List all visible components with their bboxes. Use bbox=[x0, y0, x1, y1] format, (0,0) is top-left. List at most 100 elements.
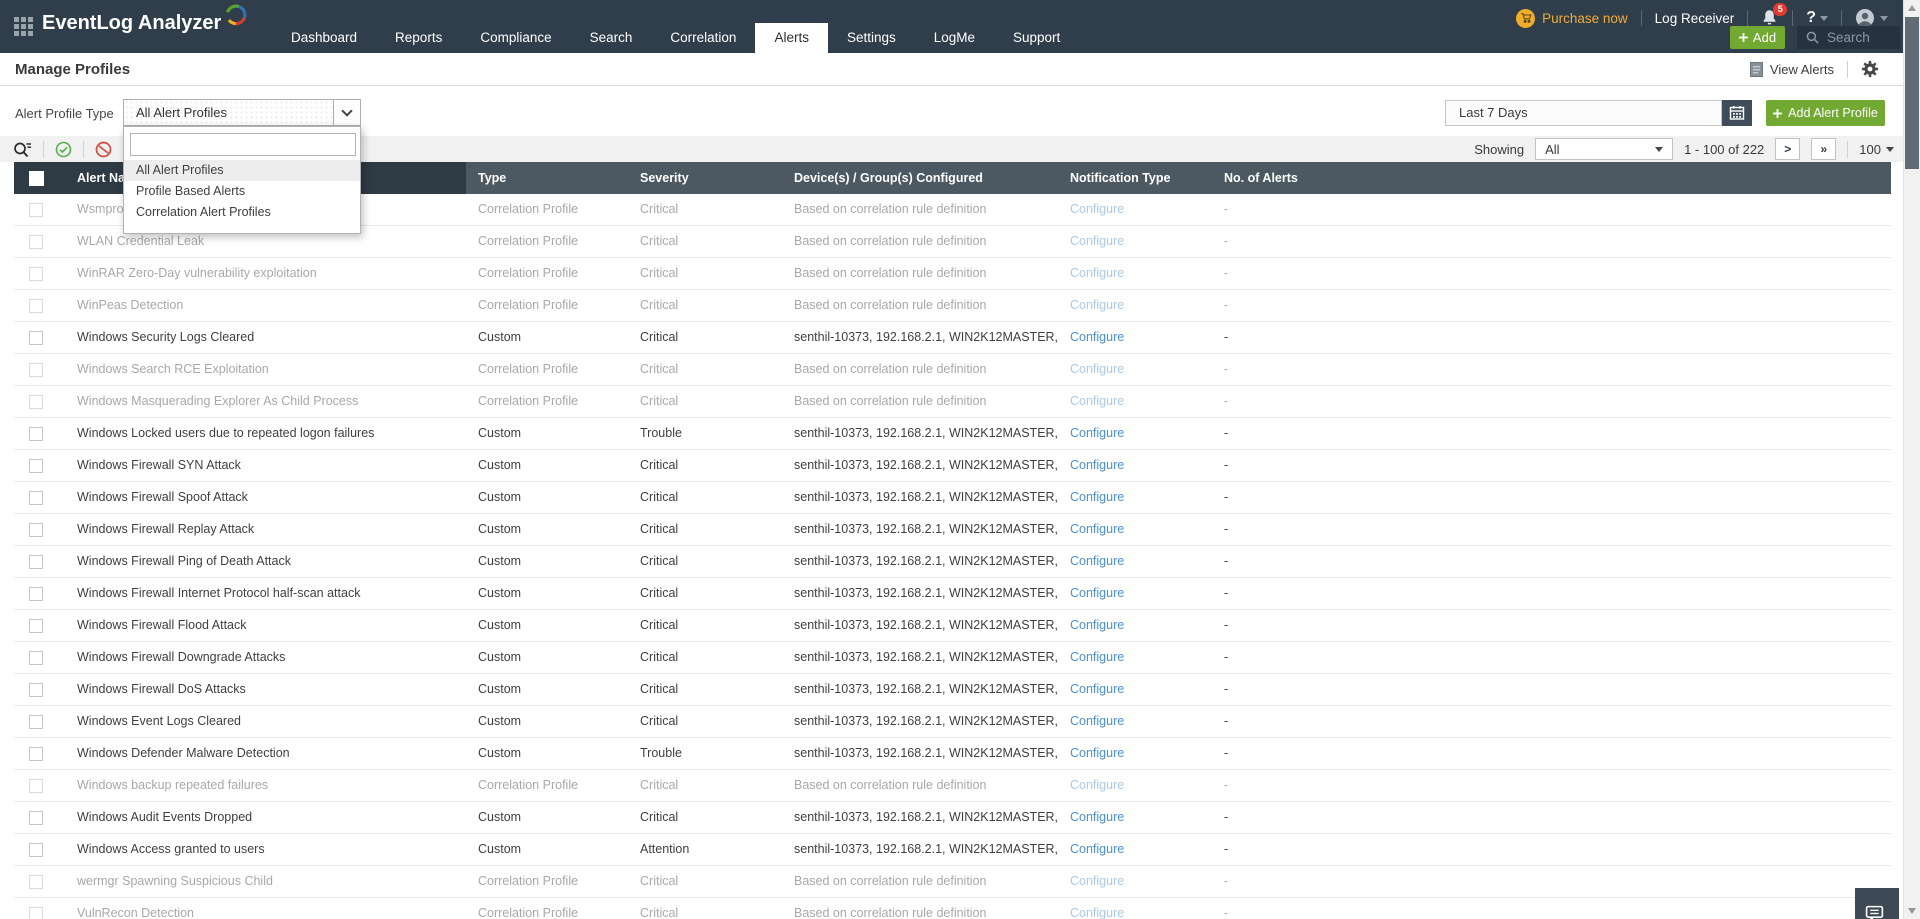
configure-link[interactable]: Configure bbox=[1070, 554, 1124, 568]
alert-name-cell: Windows Audit Events Dropped bbox=[58, 802, 466, 833]
row-checkbox[interactable] bbox=[29, 715, 43, 729]
apps-grid-icon[interactable] bbox=[13, 16, 35, 38]
configure-link[interactable]: Configure bbox=[1070, 842, 1124, 856]
row-checkbox[interactable] bbox=[29, 523, 43, 537]
scroll-down-arrow-icon[interactable] bbox=[1908, 908, 1916, 914]
log-receiver-link[interactable]: Log Receiver bbox=[1655, 11, 1735, 26]
row-checkbox[interactable] bbox=[29, 747, 43, 761]
configure-link[interactable]: Configure bbox=[1070, 394, 1124, 408]
configure-link[interactable]: Configure bbox=[1070, 714, 1124, 728]
configure-link[interactable]: Configure bbox=[1070, 682, 1124, 696]
add-alert-profile-button[interactable]: Add Alert Profile bbox=[1766, 100, 1885, 126]
nav-alerts[interactable]: Alerts bbox=[755, 23, 828, 53]
search-profiles-icon[interactable] bbox=[13, 141, 32, 158]
column-header-type[interactable]: Type bbox=[466, 162, 628, 194]
configure-link[interactable]: Configure bbox=[1070, 810, 1124, 824]
row-checkbox[interactable] bbox=[29, 363, 43, 377]
configure-link[interactable]: Configure bbox=[1070, 266, 1124, 280]
row-checkbox[interactable] bbox=[29, 619, 43, 633]
dropdown-option-correlation-alert-profiles[interactable]: Correlation Alert Profiles bbox=[124, 202, 360, 223]
chevron-down-icon bbox=[1820, 16, 1828, 21]
pagination-range: 1 - 100 of 222 bbox=[1684, 142, 1764, 157]
calendar-button[interactable] bbox=[1722, 100, 1752, 126]
row-checkbox[interactable] bbox=[29, 267, 43, 281]
nav-correlation[interactable]: Correlation bbox=[651, 23, 755, 53]
notifications-bell-icon[interactable]: 5 bbox=[1761, 9, 1779, 27]
row-checkbox[interactable] bbox=[29, 779, 43, 793]
nav-compliance[interactable]: Compliance bbox=[461, 23, 570, 53]
nav-support[interactable]: Support bbox=[994, 23, 1079, 53]
row-checkbox[interactable] bbox=[29, 491, 43, 505]
row-checkbox[interactable] bbox=[29, 395, 43, 409]
chat-support-button[interactable] bbox=[1855, 888, 1899, 919]
last-page-button[interactable]: » bbox=[1811, 138, 1836, 160]
row-checkbox[interactable] bbox=[29, 299, 43, 313]
row-checkbox-cell bbox=[14, 418, 58, 449]
settings-gear-icon[interactable] bbox=[1861, 60, 1879, 78]
user-menu[interactable] bbox=[1855, 8, 1888, 28]
configure-link[interactable]: Configure bbox=[1070, 906, 1124, 919]
enable-alert-icon[interactable] bbox=[55, 141, 72, 158]
next-page-button[interactable]: > bbox=[1775, 138, 1800, 160]
configure-link[interactable]: Configure bbox=[1070, 298, 1124, 312]
row-checkbox[interactable] bbox=[29, 683, 43, 697]
nav-dashboard[interactable]: Dashboard bbox=[272, 23, 376, 53]
select-all-checkbox[interactable] bbox=[29, 171, 44, 186]
configure-link[interactable]: Configure bbox=[1070, 522, 1124, 536]
row-checkbox[interactable] bbox=[29, 427, 43, 441]
configure-link[interactable]: Configure bbox=[1070, 426, 1124, 440]
row-checkbox[interactable] bbox=[29, 875, 43, 889]
showing-filter-select[interactable]: All bbox=[1535, 138, 1673, 160]
nav-logme[interactable]: LogMe bbox=[915, 23, 994, 53]
purchase-now-link[interactable]: Purchase now bbox=[1516, 9, 1628, 28]
nav-reports[interactable]: Reports bbox=[376, 23, 461, 53]
configure-link[interactable]: Configure bbox=[1070, 490, 1124, 504]
configure-link[interactable]: Configure bbox=[1070, 778, 1124, 792]
row-checkbox[interactable] bbox=[29, 907, 43, 919]
dropdown-search-input[interactable] bbox=[130, 133, 356, 156]
table-row: Windows Firewall Downgrade Attacks Custo… bbox=[14, 642, 1891, 674]
app-logo[interactable]: EventLog Analyzer bbox=[42, 12, 249, 35]
view-alerts-button[interactable]: View Alerts bbox=[1750, 62, 1834, 77]
date-range-input[interactable]: Last 7 Days bbox=[1445, 100, 1722, 126]
add-button[interactable]: Add bbox=[1730, 26, 1785, 49]
scrollbar-thumb[interactable] bbox=[1905, 17, 1919, 169]
column-header-devices[interactable]: Device(s) / Group(s) Configured bbox=[782, 162, 1058, 194]
row-checkbox[interactable] bbox=[29, 331, 43, 345]
select-chevron-box[interactable] bbox=[333, 100, 360, 125]
row-checkbox[interactable] bbox=[29, 843, 43, 857]
column-header-no-of-alerts[interactable]: No. of Alerts bbox=[1212, 162, 1891, 194]
configure-link[interactable]: Configure bbox=[1070, 874, 1124, 888]
global-search-input[interactable]: Search bbox=[1797, 26, 1900, 49]
row-checkbox[interactable] bbox=[29, 811, 43, 825]
row-checkbox[interactable] bbox=[29, 459, 43, 473]
dropdown-option-all-alert-profiles[interactable]: All Alert Profiles bbox=[124, 160, 360, 181]
configure-link[interactable]: Configure bbox=[1070, 362, 1124, 376]
configure-link[interactable]: Configure bbox=[1070, 458, 1124, 472]
column-header-severity[interactable]: Severity bbox=[628, 162, 782, 194]
configure-link[interactable]: Configure bbox=[1070, 234, 1124, 248]
disable-alert-icon[interactable] bbox=[95, 141, 112, 158]
vertical-scrollbar[interactable] bbox=[1903, 0, 1920, 919]
nav-search[interactable]: Search bbox=[571, 23, 652, 53]
row-checkbox[interactable] bbox=[29, 587, 43, 601]
column-header-notification-type[interactable]: Notification Type bbox=[1058, 162, 1212, 194]
row-checkbox[interactable] bbox=[29, 555, 43, 569]
configure-link[interactable]: Configure bbox=[1070, 330, 1124, 344]
scroll-up-arrow-icon[interactable] bbox=[1908, 5, 1916, 11]
configure-link[interactable]: Configure bbox=[1070, 618, 1124, 632]
configure-link[interactable]: Configure bbox=[1070, 586, 1124, 600]
type-cell: Custom bbox=[466, 738, 628, 769]
alert-profile-type-select[interactable]: All Alert Profiles bbox=[123, 99, 361, 126]
dropdown-option-profile-based-alerts[interactable]: Profile Based Alerts bbox=[124, 181, 360, 202]
nav-settings[interactable]: Settings bbox=[828, 23, 915, 53]
row-checkbox[interactable] bbox=[29, 203, 43, 217]
configure-link[interactable]: Configure bbox=[1070, 746, 1124, 760]
row-checkbox[interactable] bbox=[29, 235, 43, 249]
configure-link[interactable]: Configure bbox=[1070, 650, 1124, 664]
configure-link[interactable]: Configure bbox=[1070, 202, 1124, 216]
title-separator bbox=[1847, 61, 1848, 78]
page-size-select[interactable]: 100 bbox=[1859, 142, 1894, 157]
help-menu[interactable]: ? bbox=[1806, 9, 1828, 27]
row-checkbox[interactable] bbox=[29, 651, 43, 665]
